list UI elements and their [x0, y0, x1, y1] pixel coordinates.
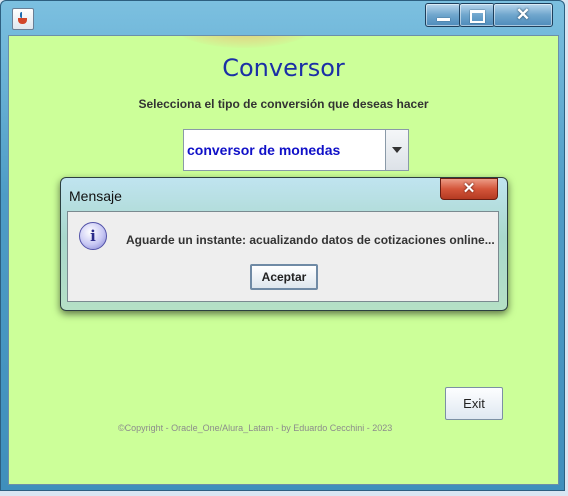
close-icon: ✕ [462, 180, 476, 197]
page-title: Conversor [222, 54, 345, 82]
decorative-glow [174, 36, 314, 48]
page-subtitle: Selecciona el tipo de conversión que des… [138, 97, 429, 111]
java-cup-shape [18, 18, 27, 24]
title-bar[interactable]: ✕ [0, 0, 565, 34]
dropdown-button[interactable] [385, 130, 408, 170]
maximize-icon [470, 10, 485, 23]
close-button[interactable]: ✕ [493, 3, 553, 27]
minimize-button[interactable] [425, 3, 461, 27]
message-dialog: Mensaje ✕ i Aguarde un instante: acualiz… [60, 177, 508, 311]
maximize-button[interactable] [459, 3, 495, 27]
chevron-down-icon [392, 147, 402, 153]
exit-button[interactable]: Exit [445, 387, 503, 420]
dialog-close-button[interactable]: ✕ [440, 178, 498, 200]
minimize-icon [437, 18, 450, 21]
java-app-icon[interactable] [12, 8, 34, 30]
info-icon: i [79, 222, 107, 250]
dialog-body: i Aguarde un instante: acualizando datos… [67, 211, 499, 302]
copyright-text: ©Copyright - Oracle_One/Alura_Latam - by… [118, 423, 393, 433]
converter-type-select[interactable]: conversor de monedas [183, 129, 409, 171]
accept-button[interactable]: Aceptar [250, 264, 318, 290]
dialog-title: Mensaje [69, 188, 122, 204]
close-icon: ✕ [515, 5, 531, 24]
dialog-message: Aguarde un instante: acualizando datos d… [126, 233, 495, 247]
converter-type-value: conversor de monedas [187, 142, 341, 158]
